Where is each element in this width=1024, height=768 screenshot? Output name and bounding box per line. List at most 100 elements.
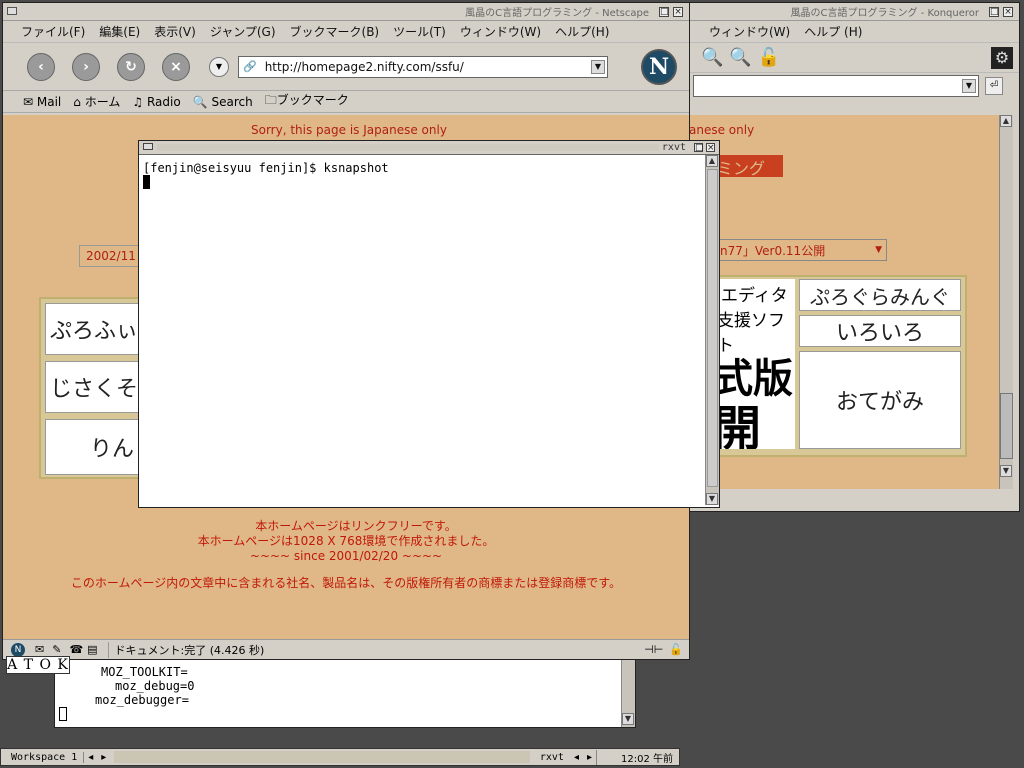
- url-input[interactable]: 🔗 http://homepage2.nifty.com/ssfu/ ▼: [238, 55, 608, 78]
- rxvt-titlebar[interactable]: rxvt □ ×: [139, 141, 719, 155]
- scroll-down-icon[interactable]: ▼: [622, 713, 634, 725]
- rxvt-back-output: MOZ_TOOLKIT= moz_debug=0 moz_debugger=: [95, 665, 194, 707]
- gear-icon[interactable]: ⚙: [991, 46, 1013, 69]
- konqueror-menubar: ウィンドウ(W) ヘルプ (H): [689, 21, 1019, 43]
- netscape-title: 風晶のC言語プログラミング - Netscape: [465, 8, 649, 19]
- footer-link-free: 本ホームページはリンクフリーです。: [255, 519, 457, 533]
- maximize-button[interactable]: □: [659, 6, 669, 17]
- date-select[interactable]: 2002/11: [79, 245, 141, 267]
- maximize-button[interactable]: □: [989, 6, 999, 17]
- netscape-titlebar[interactable]: 風晶のC言語プログラミング - Netscape □ ×: [3, 3, 689, 21]
- search-link[interactable]: 🔍 Search: [193, 95, 253, 109]
- url-text: http://homepage2.nifty.com/ssfu/: [264, 59, 464, 74]
- env-line: moz_debug=0: [115, 679, 195, 693]
- workspace-next-icon[interactable]: ▸: [97, 752, 110, 763]
- chevron-down-icon[interactable]: ▼: [962, 79, 976, 93]
- workspace-label[interactable]: Workspace 1: [1, 751, 85, 763]
- chevron-down-icon[interactable]: ▼: [591, 59, 605, 74]
- menu-window[interactable]: ウィンドウ(W): [460, 23, 541, 40]
- taskbar: Workspace 1 ◂ ▸ rxvt ◂ ▸ 12:02 午前: [0, 748, 680, 766]
- scroll-down-icon[interactable]: ▼: [706, 493, 718, 505]
- menu-bookmarks[interactable]: ブックマーク(B): [290, 23, 380, 40]
- menu-view[interactable]: 表示(V): [154, 23, 196, 40]
- zoom-out-icon[interactable]: 🔍: [729, 47, 751, 68]
- scroll-up-icon[interactable]: ▲: [706, 155, 718, 167]
- mail-status-icon[interactable]: ✉: [35, 643, 44, 656]
- menu-help[interactable]: ヘルプ(H): [555, 23, 609, 40]
- back-button[interactable]: ‹: [27, 52, 55, 81]
- letters-link[interactable]: おてがみ: [799, 351, 961, 449]
- rxvt-title-stripe: [157, 144, 659, 151]
- window-menu-button[interactable]: [7, 7, 17, 15]
- mail-link[interactable]: ✉ Mail: [23, 95, 61, 109]
- notes-icon[interactable]: ▤: [87, 643, 97, 656]
- clock: 12:02 午前: [596, 749, 679, 765]
- reload-button[interactable]: ↻: [117, 52, 145, 81]
- konqueror-panel-frame: エディタ 支援ソフト 式版 開始 ぷろぐらみんぐ いろいろ おてがみ: [689, 275, 967, 457]
- menu-edit[interactable]: 編集(E): [99, 23, 140, 40]
- konqueror-location-input[interactable]: ▼: [693, 75, 979, 97]
- close-button[interactable]: ×: [706, 143, 715, 153]
- bookmark-tag-icon: 🔗: [243, 60, 257, 73]
- sorry-text: Sorry, this page is Japanese only: [251, 123, 447, 137]
- menu-help[interactable]: ヘルプ (H): [804, 23, 862, 40]
- date-value: 2002/11: [86, 249, 136, 263]
- rxvt-scrollbar[interactable]: ▲ ▼: [705, 155, 719, 505]
- menu-go[interactable]: ジャンプ(G): [210, 23, 276, 40]
- menu-window[interactable]: ウィンドウ(W): [709, 23, 790, 40]
- konqueror-scrollbar[interactable]: ▲ ▼: [999, 115, 1013, 489]
- env-line: MOZ_TOOLKIT=: [101, 665, 188, 679]
- music-note-icon: ♫: [132, 94, 144, 109]
- rxvt-front-window: rxvt □ × [fenjin@seisyuu fenjin]$ ksnaps…: [138, 140, 720, 508]
- programming-link[interactable]: ぷろぐらみんぐ: [799, 279, 961, 311]
- menu-tools[interactable]: ツール(T): [393, 23, 446, 40]
- task-next-icon[interactable]: ▸: [583, 752, 596, 763]
- lock-icon[interactable]: 🔓: [758, 47, 780, 68]
- netscape-status-icon[interactable]: N: [11, 642, 25, 657]
- scroll-thumb[interactable]: [1000, 393, 1013, 459]
- rxvt-back-cursor: [59, 707, 67, 721]
- konqueror-location-row: ▼ ⏎: [689, 73, 1019, 99]
- search-icon: 🔍: [192, 94, 208, 109]
- rxvt-title: rxvt: [661, 142, 686, 153]
- chevron-down-icon: ▼: [875, 245, 882, 255]
- status-text: ドキュメント:完了 (4.426 秒): [107, 641, 264, 658]
- footer-since: ~~~~ since 2001/02/20 ~~~~: [249, 549, 443, 563]
- scroll-thumb[interactable]: [707, 169, 718, 487]
- scroll-down-icon[interactable]: ▼: [1000, 465, 1012, 477]
- env-line: moz_debugger=: [95, 693, 189, 707]
- radio-link[interactable]: ♫ Radio: [132, 95, 180, 109]
- rxvt-back-scrollbar[interactable]: ▼: [621, 657, 635, 727]
- stop-button[interactable]: ×: [162, 52, 190, 81]
- task-rxvt[interactable]: rxvt: [534, 752, 570, 763]
- connection-icon[interactable]: ⊣⊢: [644, 643, 663, 656]
- clear-location-icon[interactable]: ⏎: [985, 77, 1003, 95]
- rxvt-back-window: MOZ_TOOLKIT= moz_debug=0 moz_debugger= ▼: [54, 656, 636, 728]
- konqueror-toolbar: 🔍 🔍 🔓 ⚙: [689, 43, 1019, 73]
- close-button[interactable]: ×: [1003, 6, 1013, 17]
- atok-indicator[interactable]: A T O K: [6, 656, 70, 674]
- menu-file[interactable]: ファイル(F): [21, 23, 85, 40]
- composer-icon[interactable]: ✎: [52, 643, 61, 656]
- terminal-prompt-line: [fenjin@seisyuu fenjin]$ ksnapshot: [143, 161, 389, 175]
- envelope-icon: ✉: [23, 94, 34, 109]
- security-lock-icon[interactable]: 🔓: [669, 643, 683, 656]
- home-link[interactable]: ⌂ ホーム: [73, 93, 120, 110]
- maximize-button[interactable]: □: [694, 143, 704, 153]
- zoom-in-icon[interactable]: 🔍: [701, 47, 723, 68]
- rxvt-terminal[interactable]: [fenjin@seisyuu fenjin]$ ksnapshot: [139, 155, 705, 505]
- konqueror-sorry-text: anese only: [689, 123, 755, 137]
- forward-button[interactable]: ›: [72, 52, 100, 81]
- workspace-prev-icon[interactable]: ◂: [84, 752, 97, 763]
- bookmarks-link[interactable]: 🗀ブックマーク: [265, 91, 349, 112]
- task-prev-icon[interactable]: ◂: [570, 752, 583, 763]
- netscape-navbar: ‹ › ↻ × ▼ 🔗 http://homepage2.nifty.com/s…: [3, 43, 689, 91]
- konqueror-titlebar[interactable]: 風晶のC言語プログラミング - Konqueror □ ×: [689, 3, 1019, 21]
- scroll-up-icon[interactable]: ▲: [1000, 115, 1012, 127]
- window-menu-button[interactable]: [143, 143, 153, 150]
- addressbook-icon[interactable]: ☎: [69, 643, 83, 656]
- netscape-logo-icon: N: [641, 49, 677, 85]
- misc-link[interactable]: いろいろ: [799, 315, 961, 347]
- dropdown-history-button[interactable]: ▼: [209, 56, 229, 77]
- close-button[interactable]: ×: [673, 6, 683, 17]
